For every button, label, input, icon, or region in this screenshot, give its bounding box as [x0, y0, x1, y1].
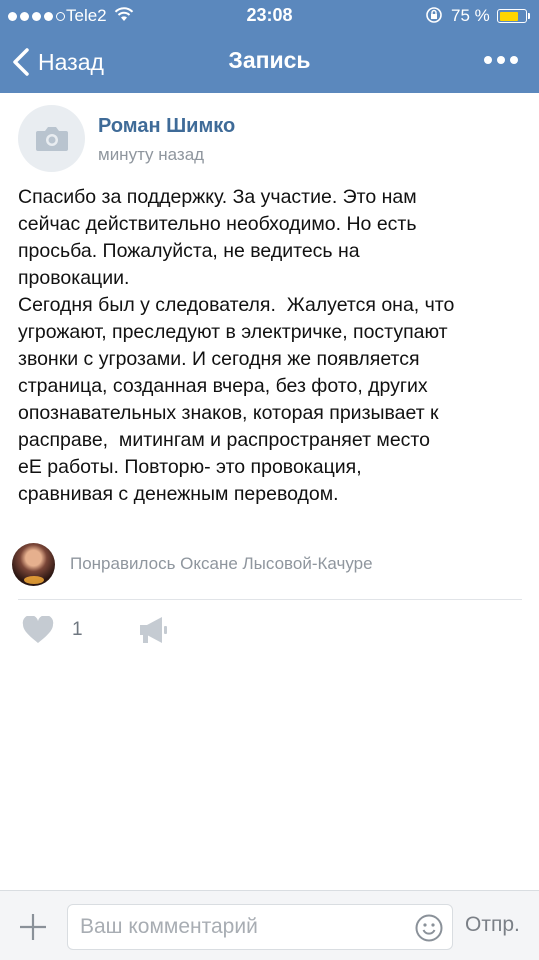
status-bar: Tele2 23:08 75 %: [0, 0, 539, 32]
page-title: Запись: [228, 47, 311, 73]
header: Tele2 23:08 75 % Назад Запись: [0, 0, 539, 93]
liked-by-text: Понравилось Оксане Лысовой-Качуре: [70, 554, 373, 573]
more-dot-icon: [497, 56, 505, 64]
more-dot-icon: [510, 56, 518, 64]
author-name[interactable]: Роман Шимко: [98, 115, 235, 138]
more-options-button[interactable]: [481, 50, 521, 70]
share-button[interactable]: [137, 615, 169, 645]
divider: [18, 599, 522, 600]
rotation-lock-icon: [426, 7, 442, 23]
comment-input[interactable]: [68, 905, 408, 949]
megaphone-icon: [140, 617, 167, 643]
more-dot-icon: [484, 56, 492, 64]
plus-icon[interactable]: [18, 912, 48, 942]
comment-field[interactable]: [67, 904, 453, 950]
post-time: минуту назад: [98, 145, 205, 164]
like-count: 1: [72, 619, 83, 640]
battery-icon: [497, 9, 530, 23]
send-button[interactable]: Отпр.: [465, 913, 520, 937]
heart-icon: [22, 616, 54, 643]
post-text: Спасибо за поддержку. За участие. Это на…: [18, 186, 455, 505]
like-button[interactable]: 1: [22, 615, 92, 645]
smiley-icon[interactable]: [415, 914, 443, 942]
comment-bar: Отпр.: [0, 890, 539, 960]
battery-percent: 75 %: [451, 6, 490, 25]
author-avatar[interactable]: [18, 105, 85, 172]
liker-avatar: [12, 543, 55, 586]
nav-bar: Назад Запись: [0, 32, 539, 93]
camera-icon: [35, 126, 68, 151]
likes-row[interactable]: Понравилось Оксане Лысовой-Качуре: [10, 543, 530, 587]
